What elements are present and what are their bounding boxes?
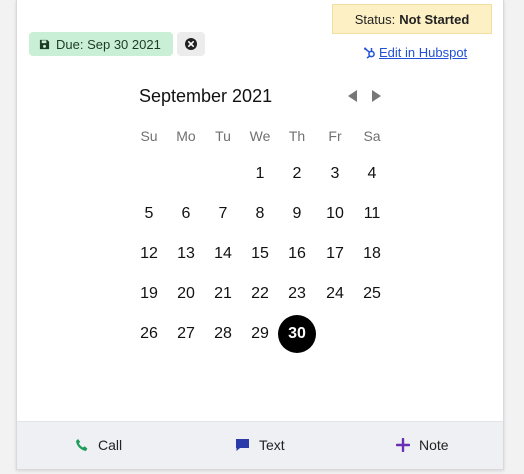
note-label: Note [419,437,449,453]
day-cell[interactable]: 11 [353,195,391,233]
day-cell[interactable]: 27 [167,315,205,353]
weekday-label: We [249,128,271,144]
day-cell[interactable]: 8 [241,195,279,233]
triangle-right-icon [371,90,381,102]
day-cell[interactable]: 6 [167,195,205,233]
due-date-chip[interactable]: Due: Sep 30 2021 [29,32,173,56]
day-cell[interactable]: 13 [167,235,205,273]
day-cell[interactable]: 7 [204,195,242,233]
edit-in-hubspot-link[interactable]: Edit in Hubspot [363,44,467,60]
day-cell[interactable]: 23 [278,275,316,313]
next-month-button[interactable] [369,88,383,104]
clear-due-date-button[interactable] [177,32,205,56]
weekday-label: Th [288,128,306,144]
hubspot-icon [364,47,375,59]
weekday-label: Su [140,128,158,144]
save-icon [39,39,50,49]
day-cell[interactable]: 15 [241,235,279,273]
weekday-label: Tu [215,128,231,144]
weekday-label: Fr [328,128,342,144]
calendar-card: Due: Sep 30 2021 Status: Not Started Edi… [16,0,504,470]
day-cell[interactable]: 10 [316,195,354,233]
day-cell[interactable]: 28 [204,315,242,353]
note-button[interactable]: Note [396,422,449,468]
weekday-label: Sa [363,128,381,144]
day-cell[interactable]: 2 [278,155,316,193]
edit-in-hubspot-label: Edit in Hubspot [379,44,468,60]
day-cell[interactable]: 22 [241,275,279,313]
day-cell[interactable]: 24 [316,275,354,313]
chat-bubble-icon [236,439,249,451]
day-cell[interactable]: 21 [204,275,242,313]
day-cell[interactable]: 9 [278,195,316,233]
month-title: September 2021 [139,86,273,106]
due-date-label: Due: Sep 30 2021 [56,36,161,52]
call-label: Call [98,437,123,453]
previous-month-button[interactable] [345,88,359,104]
call-button[interactable]: Call [75,422,122,468]
day-cell[interactable]: 16 [278,235,316,273]
day-cell[interactable]: 29 [241,315,279,353]
day-cell[interactable]: 19 [130,275,168,313]
status-value: Not Started [399,11,470,27]
weekday-label: Mo [176,128,196,144]
day-cell[interactable]: 20 [167,275,205,313]
day-cell[interactable]: 4 [353,155,391,193]
day-cell[interactable]: 26 [130,315,168,353]
status-badge: Status: Not Started [332,4,492,34]
text-button[interactable]: Text [235,422,285,468]
close-circle-icon [185,38,197,50]
day-cell[interactable]: 5 [130,195,168,233]
text-label: Text [259,437,285,453]
day-cell[interactable]: 3 [316,155,354,193]
plus-icon [396,438,410,452]
day-cell[interactable]: 12 [130,235,168,273]
action-bar: Call Text Note [17,421,503,469]
day-cell[interactable]: 1 [241,155,279,193]
day-cell[interactable]: 17 [316,235,354,273]
status-prefix: Status: [354,11,396,27]
triangle-left-icon [347,90,357,102]
selected-day-cell[interactable]: 30 [278,315,316,353]
day-cell[interactable]: 25 [353,275,391,313]
phone-icon [76,439,88,451]
day-cell[interactable]: 18 [353,235,391,273]
day-cell[interactable]: 14 [204,235,242,273]
